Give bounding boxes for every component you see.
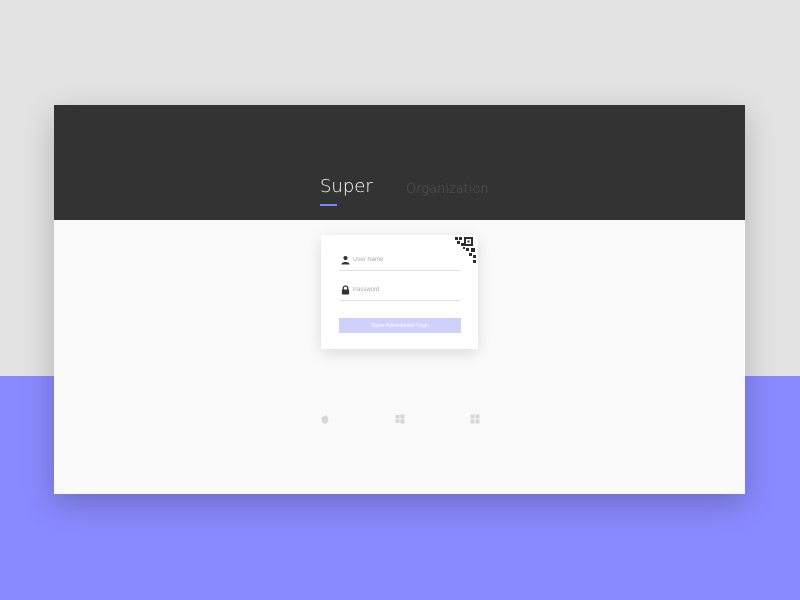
grid-app-icon[interactable] — [470, 411, 480, 424]
windows-icon[interactable] — [395, 411, 405, 424]
password-field — [339, 282, 461, 301]
user-icon — [341, 255, 350, 265]
password-input[interactable] — [353, 283, 457, 297]
header-bar: Super Organization — [54, 105, 745, 220]
tab-organization[interactable]: Organization — [406, 182, 489, 197]
username-input[interactable] — [353, 253, 457, 267]
active-tab-indicator — [320, 204, 337, 206]
login-card: Super Administrator Login — [321, 235, 478, 349]
lock-icon — [341, 285, 350, 295]
app-window: Super Organization User Name Super Admin… — [54, 105, 745, 494]
username-field — [339, 252, 461, 271]
apple-icon[interactable] — [320, 411, 330, 424]
login-button[interactable]: Super Administrator Login — [339, 318, 461, 333]
tab-super[interactable]: Super — [320, 176, 373, 197]
